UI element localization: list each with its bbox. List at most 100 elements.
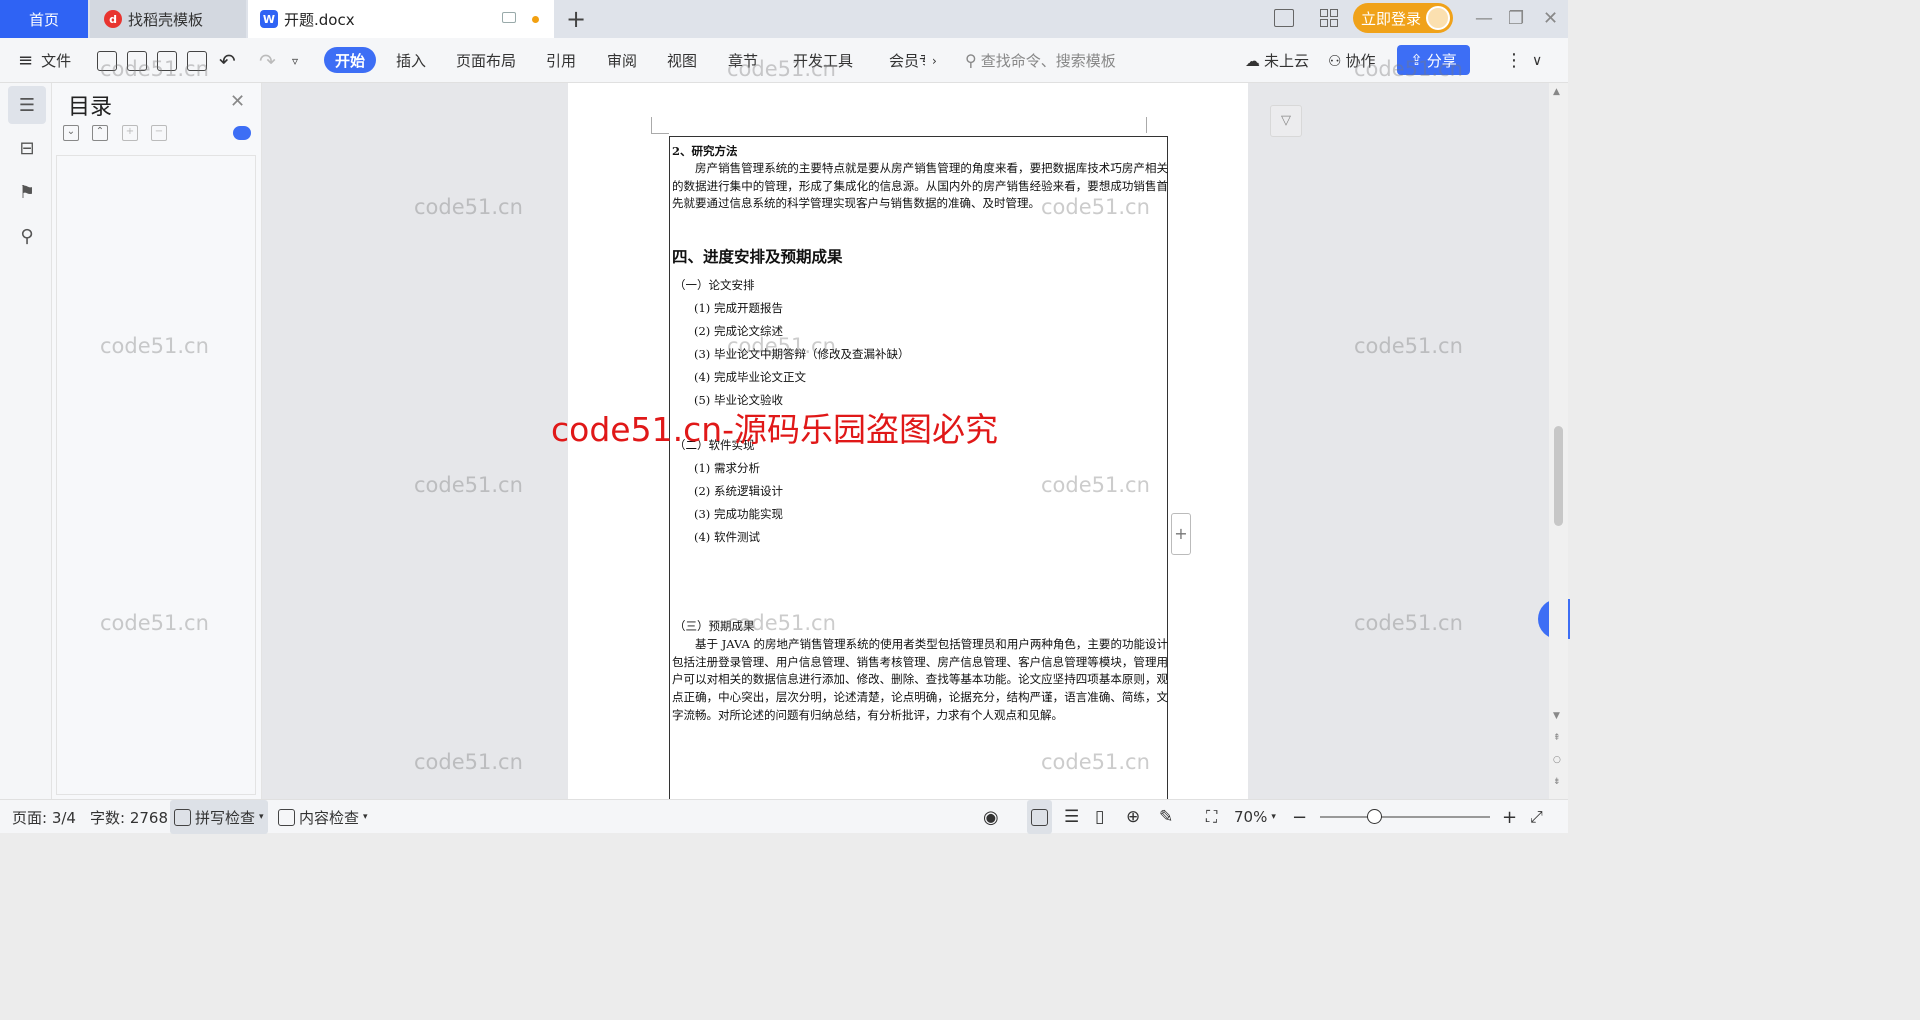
bookmark-icon[interactable]: ⚑ <box>8 173 46 211</box>
page-indicator[interactable]: 页面: 3/4 <box>12 800 76 834</box>
login-label: 立即登录 <box>1361 9 1422 28</box>
tab-home[interactable]: 首页 <box>0 0 88 38</box>
add-heading-icon[interactable]: + <box>122 125 138 141</box>
share-button[interactable]: ⇪ 分享 <box>1397 45 1470 75</box>
ribbon-tab-references[interactable]: 引用 <box>546 38 576 83</box>
ribbon-tab-chapter[interactable]: 章节 <box>728 38 758 83</box>
crop-mark <box>651 133 669 134</box>
tab-home-label: 首页 <box>28 10 59 29</box>
login-button[interactable]: 立即登录 <box>1353 3 1453 33</box>
ribbon-more-chevron-icon[interactable]: › <box>932 38 937 83</box>
writer-logo-icon: W <box>260 10 278 28</box>
minimize-icon[interactable]: — <box>1475 8 1493 29</box>
outline-view-icon[interactable]: ☰ <box>1064 800 1079 834</box>
title-tab-bar: 首页 d 找稻壳模板 W 开题.docx + 立即登录 — ❐ ✕ <box>0 0 1568 38</box>
web-view-icon[interactable]: ⊕ <box>1126 800 1140 834</box>
left-nav-strip: ☰ ⊟ ⚑ ⚲ <box>0 83 52 799</box>
close-icon[interactable]: ✕ <box>230 91 245 112</box>
content-check-label: 内容检查 <box>299 808 360 827</box>
filter-icon[interactable]: ▽ <box>1270 105 1302 137</box>
print-icon[interactable] <box>157 51 177 71</box>
close-window-icon[interactable]: ✕ <box>1543 8 1558 29</box>
toc-nav-icon[interactable]: ☰ <box>8 86 46 124</box>
redo-icon[interactable]: ↷ <box>259 38 276 83</box>
tab-template-label: 找稻壳模板 <box>128 10 204 29</box>
toc-list <box>56 155 256 795</box>
find-icon[interactable]: ⚲ <box>8 217 46 255</box>
search-icon: ⚲ <box>965 51 977 70</box>
zoom-slider[interactable] <box>1320 816 1490 818</box>
subheading-results: （三）预期成果 <box>674 619 755 633</box>
zoom-level[interactable]: 70% ▾ <box>1234 800 1276 834</box>
hamburger-icon: ≡ <box>18 50 34 71</box>
unsaved-dot-icon <box>532 16 539 23</box>
restore-icon[interactable]: ❐ <box>1508 8 1524 29</box>
eye-protection-icon[interactable]: ◉ <box>983 800 999 834</box>
tab-template-store[interactable]: d 找稻壳模板 <box>90 0 246 38</box>
export-pdf-icon[interactable] <box>127 51 147 71</box>
command-search-placeholder: 查找命令、搜索模板 <box>980 52 1116 70</box>
cloud-status[interactable]: ☁ 未上云 <box>1245 38 1309 83</box>
collapse-all-icon[interactable]: ⌃ <box>92 125 108 141</box>
tab-document[interactable]: W 开题.docx <box>248 0 554 38</box>
file-menu[interactable]: ≡ 文件 <box>18 38 71 83</box>
reading-view-icon[interactable]: ▯ <box>1095 800 1104 834</box>
fullscreen-icon[interactable]: ⤢ <box>1530 800 1543 834</box>
ribbon-tab-insert[interactable]: 插入 <box>396 38 426 83</box>
scroll-down-icon[interactable]: ▼ <box>1553 711 1560 721</box>
toc-title: 目录 <box>68 95 113 120</box>
print-preview-icon[interactable] <box>187 51 207 71</box>
cloud-status-label: 未上云 <box>1264 52 1310 70</box>
ribbon-tab-home[interactable]: 开始 <box>324 47 376 73</box>
chevron-down-icon: ▾ <box>363 812 368 822</box>
page-view-icon[interactable] <box>1027 800 1052 834</box>
more-options-icon[interactable]: ⋮ <box>1505 38 1523 83</box>
collapse-ribbon-icon[interactable]: ∨ <box>1532 38 1542 83</box>
spell-check-button[interactable]: 拼写检查 ▾ <box>170 800 268 834</box>
ai-toc-icon[interactable] <box>233 126 251 140</box>
zoom-in-icon[interactable]: + <box>1502 800 1517 834</box>
text-frame[interactable]: 2、研究方法 房产销售管理系统的主要特点就是要从房产销售管理的角度来看，要把数据… <box>669 136 1168 816</box>
save-icon[interactable] <box>97 51 117 71</box>
ribbon-tab-developer[interactable]: 开发工具 <box>793 38 853 83</box>
ribbon-bar: ≡ 文件 ↶ ↷ ▿ 开始 插入 页面布局 引用 审阅 视图 章节 开发工具 会… <box>0 38 1568 83</box>
vertical-scrollbar[interactable]: ▲ ▼ ⇞ ○ ⇟ <box>1549 83 1568 799</box>
expand-all-icon[interactable]: ⌄ <box>63 125 79 141</box>
ribbon-tab-review[interactable]: 审阅 <box>607 38 637 83</box>
remove-heading-icon[interactable]: − <box>151 125 167 141</box>
undo-icon[interactable]: ↶ <box>219 38 236 83</box>
list-item: (1) 需求分析 <box>694 461 760 475</box>
quick-access-dropdown-icon[interactable]: ▿ <box>292 38 298 83</box>
command-search[interactable]: ⚲ 查找命令、搜索模板 <box>965 50 1116 71</box>
write-mode-icon[interactable]: ✎ <box>1159 800 1173 834</box>
ribbon-tab-layout[interactable]: 页面布局 <box>456 38 516 83</box>
next-page-icon[interactable]: ⇟ <box>1553 777 1561 787</box>
scroll-up-icon[interactable]: ▲ <box>1553 87 1560 97</box>
monitor-icon[interactable] <box>502 12 516 23</box>
section-heading: 四、进度安排及预期成果 <box>672 247 843 266</box>
zoom-slider-handle[interactable] <box>1367 809 1382 824</box>
status-bar: 页面: 3/4 字数: 2768 拼写检查 ▾ 内容检查 ▾ ◉ ☰ ▯ ⊕ ✎… <box>0 799 1568 834</box>
share-icon: ⇪ <box>1410 51 1423 69</box>
ribbon-tab-member[interactable]: 会员专 <box>889 38 925 83</box>
zoom-level-label: 70% <box>1234 808 1268 826</box>
scrollbar-thumb[interactable] <box>1554 426 1563 526</box>
spell-check-label: 拼写检查 <box>195 808 256 827</box>
ribbon-tab-view[interactable]: 视图 <box>667 38 697 83</box>
add-paragraph-button[interactable]: + <box>1171 513 1191 555</box>
list-item: (3) 完成功能实现 <box>694 507 783 521</box>
word-count[interactable]: 字数: 2768 <box>90 800 168 834</box>
docer-logo-icon: d <box>104 10 122 28</box>
outline-nav-icon[interactable]: ⊟ <box>8 129 46 167</box>
apps-grid-icon[interactable] <box>1320 9 1338 27</box>
zoom-out-icon[interactable]: − <box>1292 800 1307 834</box>
method-heading: 2、研究方法 <box>672 144 738 158</box>
window-layout-icon[interactable] <box>1274 9 1294 27</box>
select-browse-icon[interactable]: ○ <box>1553 755 1561 765</box>
cloud-icon: ☁ <box>1245 51 1260 70</box>
prev-page-icon[interactable]: ⇞ <box>1553 733 1561 743</box>
new-tab-button[interactable]: + <box>566 5 586 33</box>
content-check-button[interactable]: 内容检查 ▾ <box>278 800 368 834</box>
fit-page-icon[interactable]: ⛶ <box>1206 800 1217 834</box>
collaborate-button[interactable]: ⚇ 协作 <box>1328 38 1375 83</box>
